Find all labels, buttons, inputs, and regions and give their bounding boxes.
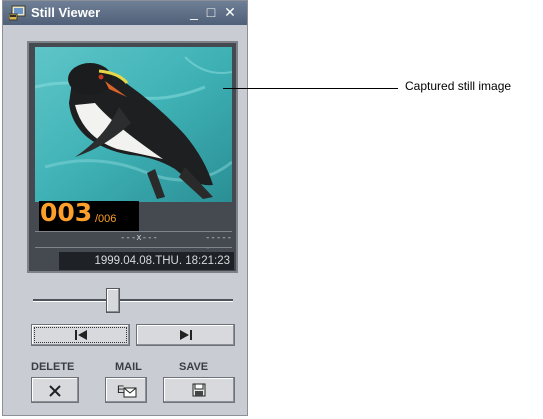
close-icon[interactable]: ✕ bbox=[222, 3, 238, 21]
save-label: SAVE bbox=[179, 361, 209, 373]
slider-thumb[interactable] bbox=[106, 288, 120, 313]
svg-text:E: E bbox=[117, 384, 124, 396]
marker-center: ---x--- bbox=[120, 233, 158, 243]
marker-right: ------ bbox=[205, 233, 233, 253]
minimize-icon[interactable]: _ bbox=[186, 3, 202, 21]
mail-label: MAIL bbox=[115, 361, 142, 373]
current-frame: 003 bbox=[40, 198, 93, 227]
total-frames: /006 bbox=[95, 213, 117, 225]
viewer-panel: 003 /006 ---x--- ------ 1999.04.08.THU. … bbox=[27, 41, 238, 273]
mail-icon: E bbox=[117, 384, 137, 398]
save-button[interactable] bbox=[163, 377, 235, 403]
callout-leader-line bbox=[223, 88, 398, 89]
window-title: Still Viewer bbox=[31, 5, 101, 20]
captured-still-image bbox=[35, 47, 232, 202]
frame-counter: 003 /006 bbox=[39, 198, 139, 231]
skip-forward-icon bbox=[180, 330, 192, 340]
skip-back-icon bbox=[75, 330, 87, 340]
mail-button[interactable]: E bbox=[105, 377, 147, 403]
divider bbox=[35, 231, 232, 232]
title-bar[interactable]: Still Viewer _ □ ✕ bbox=[3, 1, 247, 25]
delete-label: DELETE bbox=[31, 361, 75, 373]
still-viewer-window: Still Viewer _ □ ✕ 003 /006 ---x--- ----… bbox=[2, 0, 248, 416]
delete-x-icon bbox=[49, 385, 61, 397]
penguin-photo bbox=[35, 47, 232, 202]
floppy-disk-icon bbox=[192, 383, 206, 397]
next-button[interactable] bbox=[136, 324, 235, 346]
delete-button[interactable] bbox=[31, 377, 79, 403]
camera-app-icon bbox=[9, 5, 26, 21]
slider-track[interactable] bbox=[33, 299, 233, 302]
callout-label: Captured still image bbox=[405, 79, 512, 93]
frame-slider[interactable] bbox=[33, 284, 233, 316]
maximize-icon[interactable]: □ bbox=[203, 3, 219, 21]
previous-button[interactable] bbox=[31, 324, 130, 346]
capture-timestamp: 1999.04.08.THU. 18:21:23 bbox=[59, 252, 234, 270]
divider bbox=[35, 247, 232, 248]
